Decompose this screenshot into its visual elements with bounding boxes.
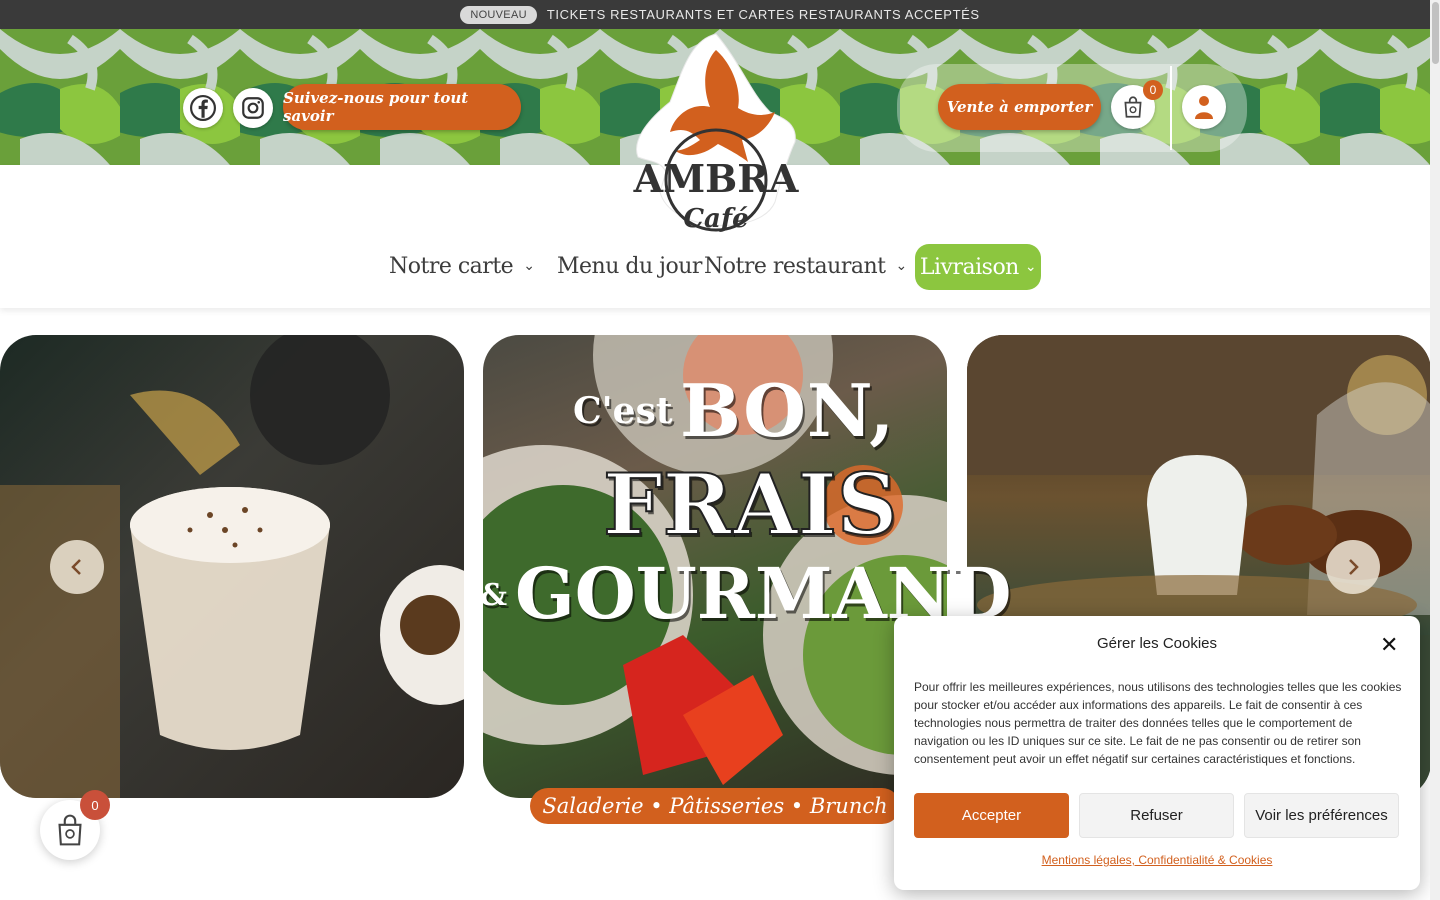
nav-label: Menu du jour: [557, 253, 702, 279]
user-icon: [1195, 96, 1213, 119]
refuse-cookies-button[interactable]: Refuser: [1079, 793, 1234, 838]
tagline-banner: Saladerie • Pâtisseries • Brunch: [530, 788, 900, 824]
facebook-icon: [190, 95, 216, 121]
headline-cest: C'est: [573, 390, 673, 432]
follow-us-button[interactable]: Suivez-nous pour tout savoir: [283, 84, 521, 130]
cookie-consent-dialog: Gérer les Cookies ✕ Pour offrir les meil…: [894, 616, 1420, 890]
nav-notre-restaurant[interactable]: Notre restaurant ⌄: [704, 250, 907, 282]
floating-cart-count: 0: [80, 790, 110, 820]
logo-wordmark: AMBRA: [633, 156, 799, 201]
close-icon[interactable]: ✕: [1380, 633, 1398, 658]
account-button[interactable]: [1182, 85, 1226, 129]
headline-bon: BON,: [680, 368, 896, 453]
cookie-description: Pour offrir les meilleures expériences, …: [914, 680, 1402, 766]
nav-label: Livraison: [919, 254, 1019, 280]
headline-frais: FRAIS: [602, 454, 899, 555]
nav-label: Notre restaurant: [704, 253, 886, 279]
announcement-text: TICKETS RESTAURANTS ET CARTES RESTAURANT…: [546, 7, 980, 22]
chevron-down-icon: ⌄: [895, 258, 907, 274]
chevron-right-icon: [1349, 559, 1359, 575]
instagram-icon: [242, 97, 264, 119]
accept-cookies-button[interactable]: Accepter: [914, 793, 1069, 838]
nav-livraison[interactable]: Livraison ⌄: [915, 244, 1041, 290]
headline-ampersand: &: [480, 578, 508, 613]
chevron-left-icon: [71, 559, 81, 575]
cookie-preferences-button[interactable]: Voir les préférences: [1244, 793, 1399, 838]
announcement-bar: NOUVEAU TICKETS RESTAURANTS ET CARTES RE…: [0, 0, 1440, 29]
nav-menu-du-jour[interactable]: Menu du jour: [557, 250, 702, 282]
chevron-down-icon: ⌄: [1024, 259, 1037, 275]
nav-label: Notre carte: [389, 253, 514, 279]
takeaway-button[interactable]: Vente à emporter: [938, 84, 1101, 130]
slider-prev-button[interactable]: [50, 540, 104, 594]
scrollbar-thumb[interactable]: [1432, 2, 1439, 64]
logo-subtitle: Café: [683, 204, 748, 234]
legal-notice-link[interactable]: Mentions légales, Confidentialité & Cook…: [894, 853, 1420, 867]
chevron-down-icon: ⌄: [523, 258, 535, 274]
cart-count-badge: 0: [1143, 80, 1163, 100]
page-scrollbar[interactable]: [1430, 0, 1440, 900]
ambra-cafe-logo[interactable]: AMBRA Café: [630, 32, 802, 237]
shopping-bag-icon: [1124, 96, 1142, 118]
header-divider: [1170, 66, 1172, 150]
instagram-button[interactable]: [233, 88, 273, 128]
facebook-button[interactable]: [183, 88, 223, 128]
logo-graphic: AMBRA Café: [633, 33, 799, 234]
shopping-bag-icon: [58, 814, 82, 846]
new-badge: NOUVEAU: [460, 5, 537, 24]
nav-notre-carte[interactable]: Notre carte ⌄: [389, 250, 535, 282]
cookie-title: Gérer les Cookies: [1096, 635, 1218, 652]
slider-next-button[interactable]: [1326, 540, 1380, 594]
